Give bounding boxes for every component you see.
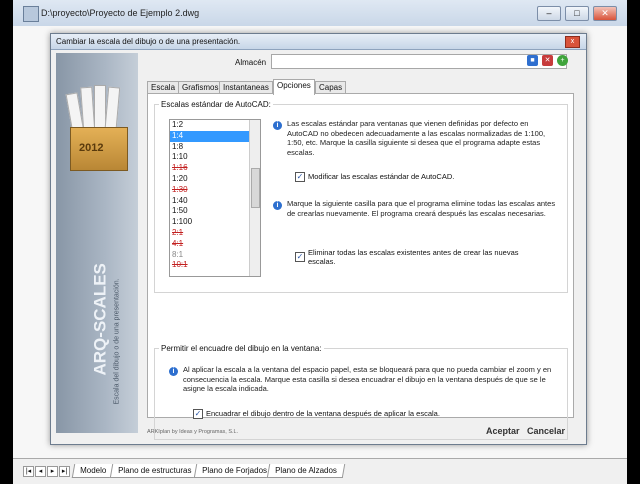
scrollbar-thumb[interactable] [251,168,260,208]
dialog-title: Cambiar la escala del dibujo o de una pr… [56,37,241,46]
layout-tab-label: Plano de Alzados [275,466,337,475]
layout-tab-label: Modelo [80,466,107,475]
window-title: D:\proyecto\Proyecto de Ejemplo 2.dwg [41,8,200,18]
product-subtitle: Escala del dibujo o de una presentación. [113,278,121,405]
first-tab-icon[interactable]: |◂ [23,466,34,477]
product-name: ARQ-SCALES [90,263,110,376]
minimize-button[interactable]: – [537,6,561,21]
delete-scales-checkbox[interactable]: ✓ [295,252,305,262]
scales-listbox[interactable]: 1:2 1:4 1:8 1:10 1:16 1:20 1:30 1:40 1:50 1:100 2:… [169,119,261,277]
product-year: 2012 [79,142,104,154]
modify-scales-checkbox[interactable]: ✓ [295,172,305,182]
list-scrollbar[interactable] [249,120,260,276]
options-panel: Escalas estándar de AutoCAD: 1:2 1:4 1:8 1:… [147,93,574,440]
product-box: 2012 [70,127,128,171]
add-icon[interactable]: + [557,55,568,66]
layout-tab-label: Plano de estructuras [118,466,192,475]
delete-icon[interactable]: ✕ [542,55,553,66]
cancel-button[interactable]: Cancelar [527,426,565,436]
tab-opciones[interactable]: Opciones [273,79,315,95]
scale-list-item[interactable]: 1:20 [170,174,260,185]
scale-list-item[interactable]: 1:16 [170,163,260,174]
product-banner: 2012 ARQ-SCALES Escala del dibujo o de u… [56,53,138,433]
save-icon[interactable]: ■ [527,55,538,66]
prev-tab-icon[interactable]: ◂ [35,466,46,477]
scale-list-item[interactable]: 2:1 [170,228,260,239]
scale-list-item[interactable]: 4:1 [170,239,260,250]
scale-dialog: Cambiar la escala del dibujo o de una pr… [50,33,587,445]
scale-list-item[interactable]: 10:1 [170,260,260,271]
delete-scales-label: Eliminar todas las escalas existentes an… [308,248,519,266]
layout-tab-alzados[interactable]: Plano de Alzados [266,464,346,478]
info-icon: i [273,201,282,210]
layout-tab-forjados[interactable]: Plano de Forjados [193,464,276,478]
layout-tab-estructuras[interactable]: Plano de estructuras [109,464,200,478]
last-tab-icon[interactable]: ▸| [59,466,70,477]
scales-group-title: Escalas estándar de AutoCAD: [159,100,273,109]
info-text-fit: Al aplicar la escala a la ventana del es… [183,365,552,393]
info-text-modify: Las escalas estándar para ventanas que v… [287,119,546,157]
scale-list-item[interactable]: 8:1 [170,250,260,261]
scale-list-item[interactable]: 1:8 [170,142,260,153]
scale-list-item[interactable]: 1:40 [170,196,260,207]
fit-group-title: Permitir el encuadre del dibujo en la ve… [159,344,324,353]
fit-drawing-label: Encuadrar el dibujo dentro de la ventana… [206,409,440,418]
almacen-label: Almacén [235,58,267,67]
close-window-button[interactable]: ✕ [593,6,617,21]
dialog-close-button[interactable]: x [565,36,580,48]
window-titlebar: D:\proyecto\Proyecto de Ejemplo 2.dwg – … [13,0,627,27]
scale-list-item[interactable]: 1:10 [170,152,260,163]
scale-list-item[interactable]: 1:2 [170,120,260,131]
almacen-select[interactable]: ▼ [271,54,567,69]
scale-list-item[interactable]: 1:30 [170,185,260,196]
scales-group: Escalas estándar de AutoCAD: 1:2 1:4 1:8 1:… [154,100,568,293]
footer-brand: ARKIplan by Ideas y Programas, S.L. [147,429,239,435]
info-icon: i [169,367,178,376]
accept-button[interactable]: Aceptar [486,426,520,436]
info-icon: i [273,121,282,130]
info-text-delete: Marque la siguiente casilla para que el … [287,199,556,218]
maximize-button[interactable]: □ [565,6,589,21]
layout-tab-label: Plano de Forjados [202,466,268,475]
scale-list-item[interactable]: 1:4 [170,130,260,142]
modify-scales-label: Modificar las escalas estándar de AutoCA… [308,172,455,181]
dialog-titlebar: Cambiar la escala del dibujo o de una pr… [51,34,586,50]
next-tab-icon[interactable]: ▸ [47,466,58,477]
app-icon [23,6,39,22]
layout-tab-modelo[interactable]: Modelo [71,464,115,478]
fit-drawing-checkbox[interactable]: ✓ [193,409,203,419]
scale-items: 1:2 1:4 1:8 1:10 1:16 1:20 1:30 1:40 1:50 1:100 2:… [170,120,260,271]
scale-list-item[interactable]: 1:100 [170,217,260,228]
scale-list-item[interactable]: 1:50 [170,206,260,217]
layout-tab-bar: |◂ ◂ ▸ ▸| Modelo Plano de estructuras Pl… [13,458,627,484]
